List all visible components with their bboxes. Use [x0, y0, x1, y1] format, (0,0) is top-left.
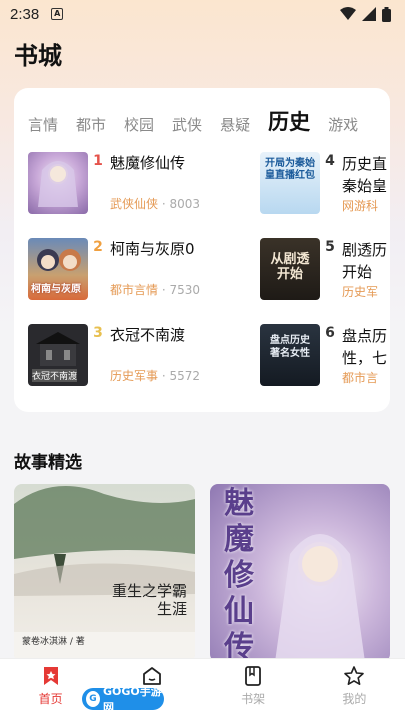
wifi-icon	[340, 7, 356, 20]
nav-label: 书架	[241, 692, 266, 706]
nav-bookshelf[interactable]: 书架	[203, 659, 304, 720]
story-card-1[interactable]: 重生之学霸生涯 蒙卷冰淇淋 / 著	[14, 484, 195, 662]
title-line-1: 历史直	[342, 155, 388, 173]
nav-profile[interactable]: 我的	[304, 659, 405, 720]
title-line-2: 性，七	[342, 349, 388, 367]
rank-number: 1	[93, 153, 103, 169]
meta-separator: ·	[158, 197, 170, 211]
book-title: 魅魔修仙传	[110, 154, 186, 172]
rank-number: 4	[325, 153, 335, 169]
story-cover-title: 重生之学霸生涯	[111, 582, 187, 618]
book-info: 历史直秦始皇 网游科	[340, 152, 387, 214]
book-item-4[interactable]: 开局为秦始皇直播红包 4 历史直秦始皇 网游科	[260, 152, 390, 216]
book-category: 网游科	[342, 199, 379, 213]
watermark-text: GOGO手游网	[102, 685, 162, 714]
title-line-1: 剧透历	[342, 241, 388, 259]
ranking-card: 言情 都市 校园 武侠 悬疑 历史 游戏 1 魅魔修仙传 武侠仙侠 · 8003…	[14, 88, 390, 412]
title-line-1: 盘点历	[342, 327, 388, 345]
page-title: 书城	[14, 42, 62, 70]
tab-youxi[interactable]: 游戏	[328, 114, 358, 136]
book-info: 衣冠不南渡 历史军事 · 5572	[108, 324, 200, 386]
logo-icon: G	[86, 691, 100, 707]
cover-text: 从剧透开始	[270, 252, 310, 282]
tab-xuanyi[interactable]: 悬疑	[220, 114, 250, 136]
book-category: 历史军	[342, 285, 379, 299]
meta-separator: ·	[158, 283, 170, 297]
book-category: 武侠仙侠	[110, 197, 159, 211]
book-cover: 盘点历史著名女性	[260, 324, 320, 386]
tab-xiaoyuan[interactable]: 校园	[124, 114, 154, 136]
book-icon	[245, 666, 262, 686]
story-cover-author: 蒙卷冰淇淋 / 著	[22, 637, 85, 647]
tab-lishi[interactable]: 历史	[268, 108, 310, 136]
star-icon	[344, 666, 365, 685]
rank-number: 3	[93, 325, 103, 341]
book-count: 5572	[169, 369, 201, 383]
status-icons	[340, 6, 391, 22]
book-meta: 都市言情 · 7530	[110, 281, 200, 298]
book-item-5[interactable]: 从剧透开始 5 剧透历开始 历史军	[260, 238, 390, 302]
bookmark-icon	[43, 667, 58, 685]
rank-number: 2	[93, 239, 103, 255]
tab-dushi[interactable]: 都市	[76, 114, 106, 136]
book-category: 都市言情	[110, 283, 159, 297]
bottom-nav: 首页 分类 书架 我的	[0, 658, 405, 720]
book-meta: 武侠仙侠 · 8003	[110, 195, 200, 212]
category-tabs: 言情 都市 校园 武侠 悬疑 历史 游戏	[14, 102, 390, 136]
watermark-logo: G GOGO手游网	[82, 685, 164, 714]
book-cover	[28, 152, 88, 214]
book-info: 剧透历 开始 历史军	[340, 238, 387, 300]
book-info: 盘点历性，七 都市言	[340, 324, 387, 386]
story-card-2[interactable]: 魅魔修仙传	[210, 484, 390, 662]
status-time: 2:38	[10, 5, 40, 23]
book-info: 柯南与灰原0 都市言情 · 7530	[108, 238, 200, 300]
book-title: 盘点历性，七	[342, 325, 387, 369]
cover-text: 盘点历史著名女性	[270, 335, 310, 359]
tab-wuxia[interactable]: 武侠	[172, 114, 202, 136]
book-cover: 从剧透开始	[260, 238, 320, 300]
section-title: 故事精选	[14, 453, 82, 473]
cover-text: 衣冠不南渡	[32, 369, 78, 382]
book-item-1[interactable]: 1 魅魔修仙传 武侠仙侠 · 8003	[28, 152, 268, 216]
book-count: 8003	[169, 197, 201, 211]
book-item-6[interactable]: 盘点历史著名女性 6 盘点历性，七 都市言	[260, 324, 390, 388]
book-category: 历史军事	[110, 369, 159, 383]
book-title: 衣冠不南渡	[110, 326, 186, 344]
book-title: 历史直 秦始皇	[342, 153, 387, 197]
book-cover: 衣冠不南渡	[28, 324, 88, 386]
nav-label: 我的	[342, 692, 367, 706]
book-info: 魅魔修仙传 武侠仙侠 · 8003	[108, 152, 200, 214]
book-meta: 历史军事 · 5572	[110, 367, 200, 384]
book-title: 剧透历 开始	[342, 239, 387, 283]
rank-number: 6	[325, 325, 335, 341]
cover-text: 柯南与灰原	[31, 284, 81, 295]
battery-icon	[382, 6, 391, 22]
meta-separator: ·	[158, 369, 170, 383]
book-category: 都市言	[342, 371, 379, 385]
cover-text: 开局为秦始皇直播红包	[265, 158, 315, 181]
book-title: 柯南与灰原0	[110, 240, 195, 258]
book-item-2[interactable]: 柯南与灰原 2 柯南与灰原0 都市言情 · 7530	[28, 238, 268, 302]
signal-icon	[362, 7, 376, 21]
title-line-2: 秦始皇	[342, 177, 388, 195]
rank-number: 5	[325, 239, 335, 255]
nav-label: 首页	[38, 692, 63, 706]
book-item-3[interactable]: 衣冠不南渡 3 衣冠不南渡 历史军事 · 5572	[28, 324, 268, 388]
book-cover: 柯南与灰原	[28, 238, 88, 300]
status-bar: 2:38 A	[0, 0, 405, 28]
story-cover-title: 魅魔修仙传	[224, 486, 254, 662]
title-line-2: 开始	[342, 263, 373, 281]
a-icon: A	[51, 8, 64, 20]
tab-yanqing[interactable]: 言情	[28, 114, 58, 136]
book-cover: 开局为秦始皇直播红包	[260, 152, 320, 214]
book-count: 7530	[169, 283, 201, 297]
